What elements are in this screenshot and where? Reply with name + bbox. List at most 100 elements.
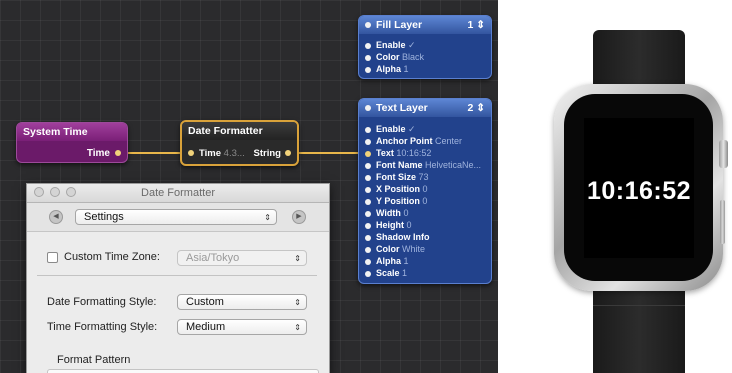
time-output-port[interactable]: Time (87, 148, 121, 159)
input-name: Width (376, 208, 401, 218)
time-zone-select[interactable]: Asia/Tokyo ⇕ (177, 250, 307, 266)
port-dot-icon[interactable] (365, 210, 371, 217)
minimize-window-icon[interactable] (50, 187, 60, 197)
fill-layer-node[interactable]: Fill Layer 1 ⇕ Enable ✓ Color Black Alph… (358, 15, 492, 79)
string-output-port[interactable]: String (254, 148, 291, 159)
section-select-value: Settings (84, 211, 124, 223)
date-style-value: Custom (186, 296, 224, 308)
date-formatter-title: Date Formatter (182, 122, 297, 140)
input-row[interactable]: Color White (359, 243, 491, 255)
input-row[interactable]: Text 10:16:52 (359, 147, 491, 159)
input-value: 10:16:52 (396, 148, 432, 158)
time-output-label: Time (86, 148, 110, 159)
port-dot-icon[interactable] (365, 138, 371, 145)
input-name: Enable (376, 124, 406, 134)
input-name: X Position (376, 184, 421, 194)
time-style-label: Time Formatting Style: (47, 321, 158, 333)
port-dot-icon[interactable] (365, 54, 371, 61)
input-value: 1 (403, 256, 409, 266)
inspector-toolbar: ◀ Settings ⇕ ▶ (27, 203, 329, 232)
time-style-value: Medium (186, 321, 226, 333)
port-dot-icon[interactable] (365, 126, 371, 133)
input-value: 0 (422, 184, 428, 194)
format-pattern-label: Format Pattern (57, 354, 131, 366)
input-name: Font Size (376, 172, 416, 182)
input-value: 0 (406, 220, 412, 230)
input-value: Center (435, 136, 463, 146)
port-dot-icon[interactable] (365, 42, 371, 49)
next-pane-button[interactable]: ▶ (292, 210, 306, 224)
port-dot-icon[interactable] (285, 150, 291, 157)
input-row[interactable]: Alpha 1 (359, 255, 491, 267)
input-name: Color (376, 52, 400, 62)
select-arrows-icon: ⇕ (294, 298, 301, 307)
input-row[interactable]: Height 0 (359, 219, 491, 231)
inspector-titlebar[interactable]: Date Formatter (27, 184, 329, 203)
input-row[interactable]: Y Position 0 (359, 195, 491, 207)
port-dot-icon[interactable] (365, 234, 371, 241)
input-row[interactable]: Shadow Info (359, 231, 491, 243)
time-zone-value: Asia/Tokyo (186, 252, 240, 264)
patch-editor-canvas[interactable]: System Time Time Date Formatter Time 4.3… (0, 0, 498, 373)
input-row[interactable]: X Position 0 (359, 183, 491, 195)
input-name: Shadow Info (376, 232, 430, 242)
port-dot-icon[interactable] (365, 270, 371, 277)
input-row[interactable]: Color Black (359, 51, 491, 63)
input-value: 0 (422, 196, 428, 206)
side-button (720, 200, 725, 244)
input-row[interactable]: Font Name HelveticaNe... (359, 159, 491, 171)
input-value: White (402, 244, 426, 254)
input-row[interactable]: Enable ✓ (359, 123, 491, 135)
port-dot-icon[interactable] (365, 66, 371, 73)
time-input-label: Time (199, 148, 222, 159)
port-dot-icon[interactable] (365, 174, 371, 181)
custom-time-zone-label: Custom Time Zone: (64, 251, 160, 263)
port-dot-icon[interactable] (365, 198, 371, 205)
port-dot-icon[interactable] (365, 222, 371, 229)
input-row[interactable]: Alpha 1 (359, 63, 491, 75)
input-row[interactable]: Scale 1 (359, 267, 491, 279)
chevron-right-icon: ▶ (296, 213, 302, 220)
wire-time-to-date-formatter (122, 152, 186, 154)
input-value: ✓ (408, 40, 416, 50)
port-dot-icon[interactable] (365, 162, 371, 169)
date-style-label: Date Formatting Style: (47, 296, 157, 308)
time-input-port-icon[interactable] (188, 150, 194, 157)
port-dot-icon[interactable] (365, 150, 371, 157)
layer-port-icon[interactable] (365, 22, 371, 29)
format-pattern-field[interactable] (47, 369, 319, 373)
input-row[interactable]: Enable ✓ (359, 39, 491, 51)
time-style-select[interactable]: Medium ⇕ (177, 319, 307, 335)
select-arrows-icon: ⇕ (264, 213, 271, 222)
input-name: Color (376, 244, 400, 254)
input-row[interactable]: Anchor Point Center (359, 135, 491, 147)
port-dot-icon[interactable] (365, 246, 371, 253)
input-value: HelveticaNe... (425, 160, 482, 170)
previous-pane-button[interactable]: ◀ (49, 210, 63, 224)
fill-layer-index[interactable]: 1 ⇕ (467, 16, 485, 34)
input-name: Y Position (376, 196, 420, 206)
zoom-window-icon[interactable] (66, 187, 76, 197)
date-formatter-node[interactable]: Date Formatter Time 4.3... String (180, 120, 299, 166)
text-layer-header: Text Layer 2 ⇕ (359, 99, 491, 117)
port-dot-icon[interactable] (115, 150, 121, 157)
inspector-section-select[interactable]: Settings ⇕ (75, 209, 277, 225)
select-arrows-icon: ⇕ (294, 323, 301, 332)
input-name: Alpha (376, 256, 402, 266)
custom-time-zone-checkbox[interactable] (47, 252, 58, 263)
port-dot-icon[interactable] (365, 186, 371, 193)
input-value: 1 (403, 64, 409, 74)
input-row[interactable]: Font Size 73 (359, 171, 491, 183)
port-dot-icon[interactable] (365, 258, 371, 265)
input-row[interactable]: Width 0 (359, 207, 491, 219)
layer-port-icon[interactable] (365, 105, 371, 112)
system-time-node[interactable]: System Time Time (16, 122, 128, 163)
date-style-select[interactable]: Custom ⇕ (177, 294, 307, 310)
digital-crown (719, 140, 728, 168)
text-layer-index[interactable]: 2 ⇕ (467, 99, 485, 117)
close-window-icon[interactable] (34, 187, 44, 197)
input-value: ✓ (408, 124, 416, 134)
text-layer-node[interactable]: Text Layer 2 ⇕ Enable ✓ Anchor Point Cen… (358, 98, 492, 284)
input-name: Font Name (376, 160, 423, 170)
system-time-title: System Time (17, 123, 127, 141)
